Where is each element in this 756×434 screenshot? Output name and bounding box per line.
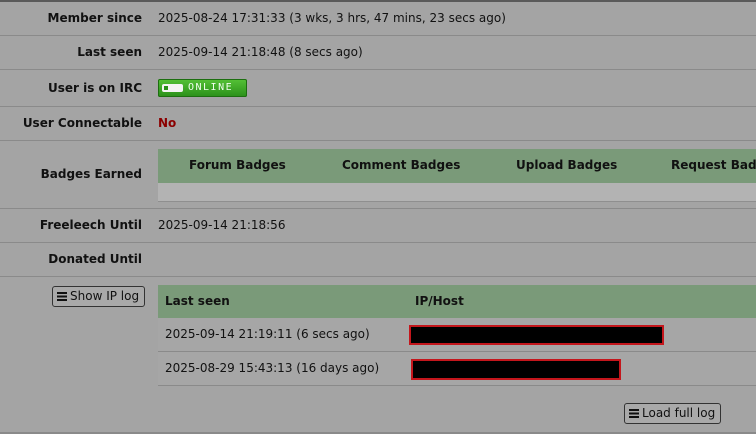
member-since-row: Member since 2025-08-24 17:31:33 (3 wks,… xyxy=(0,2,756,36)
badges-table: Forum Badges Comment Badges Upload Badge… xyxy=(158,149,756,202)
toggle-icon xyxy=(162,84,183,92)
badges-content xyxy=(158,183,756,202)
table-row: 2025-09-14 21:19:11 (6 secs ago) xyxy=(158,318,756,352)
irc-online-badge: ONLINE xyxy=(158,79,247,97)
connectable-row: User Connectable No xyxy=(0,107,756,141)
member-since-label: Member since xyxy=(47,11,142,25)
column-ip-host: IP/Host xyxy=(415,294,464,308)
freeleech-value: 2025-09-14 21:18:56 xyxy=(158,218,286,232)
connectable-label: User Connectable xyxy=(22,116,142,130)
ip-log-header: Last seen IP/Host xyxy=(158,285,756,318)
badges-tabs: Forum Badges Comment Badges Upload Badge… xyxy=(158,149,756,183)
freeleech-row: Freeleech Until 2025-09-14 21:18:56 xyxy=(0,209,756,243)
load-full-log-label: Load full log xyxy=(642,406,716,420)
member-since-value: 2025-08-24 17:31:33 (3 wks, 3 hrs, 47 mi… xyxy=(158,11,506,25)
row-last-seen: 2025-08-29 15:43:13 (16 days ago) xyxy=(165,361,380,375)
column-last-seen: Last seen xyxy=(165,294,230,308)
tab-upload-badges[interactable]: Upload Badges xyxy=(516,158,617,172)
freeleech-label: Freeleech Until xyxy=(39,218,142,232)
tab-comment-badges[interactable]: Comment Badges xyxy=(342,158,460,172)
donated-row: Donated Until xyxy=(0,243,756,277)
show-ip-log-label: Show IP log xyxy=(70,289,140,303)
donated-label: Donated Until xyxy=(48,252,142,266)
irc-status-text: ONLINE xyxy=(188,82,234,93)
last-seen-row: Last seen 2025-09-14 21:18:48 (8 secs ag… xyxy=(0,36,756,70)
menu-icon xyxy=(57,292,67,301)
menu-icon xyxy=(629,409,639,418)
show-ip-log-button[interactable]: Show IP log xyxy=(52,286,146,307)
load-full-log-button[interactable]: Load full log xyxy=(624,403,722,424)
last-seen-label: Last seen xyxy=(77,45,142,59)
redacted-ip xyxy=(409,325,664,345)
table-row: 2025-08-29 15:43:13 (16 days ago) xyxy=(158,352,756,386)
redacted-ip xyxy=(411,359,621,380)
last-seen-value: 2025-09-14 21:18:48 (8 secs ago) xyxy=(158,45,363,59)
badges-label: Badges Earned xyxy=(40,167,142,181)
irc-row: User is on IRC xyxy=(0,70,756,107)
tab-forum-badges[interactable]: Forum Badges xyxy=(189,158,286,172)
irc-label: User is on IRC xyxy=(47,81,142,95)
connectable-value: No xyxy=(158,116,177,130)
tab-request-badges[interactable]: Request Badges xyxy=(671,158,756,172)
row-last-seen: 2025-09-14 21:19:11 (6 secs ago) xyxy=(165,327,370,341)
